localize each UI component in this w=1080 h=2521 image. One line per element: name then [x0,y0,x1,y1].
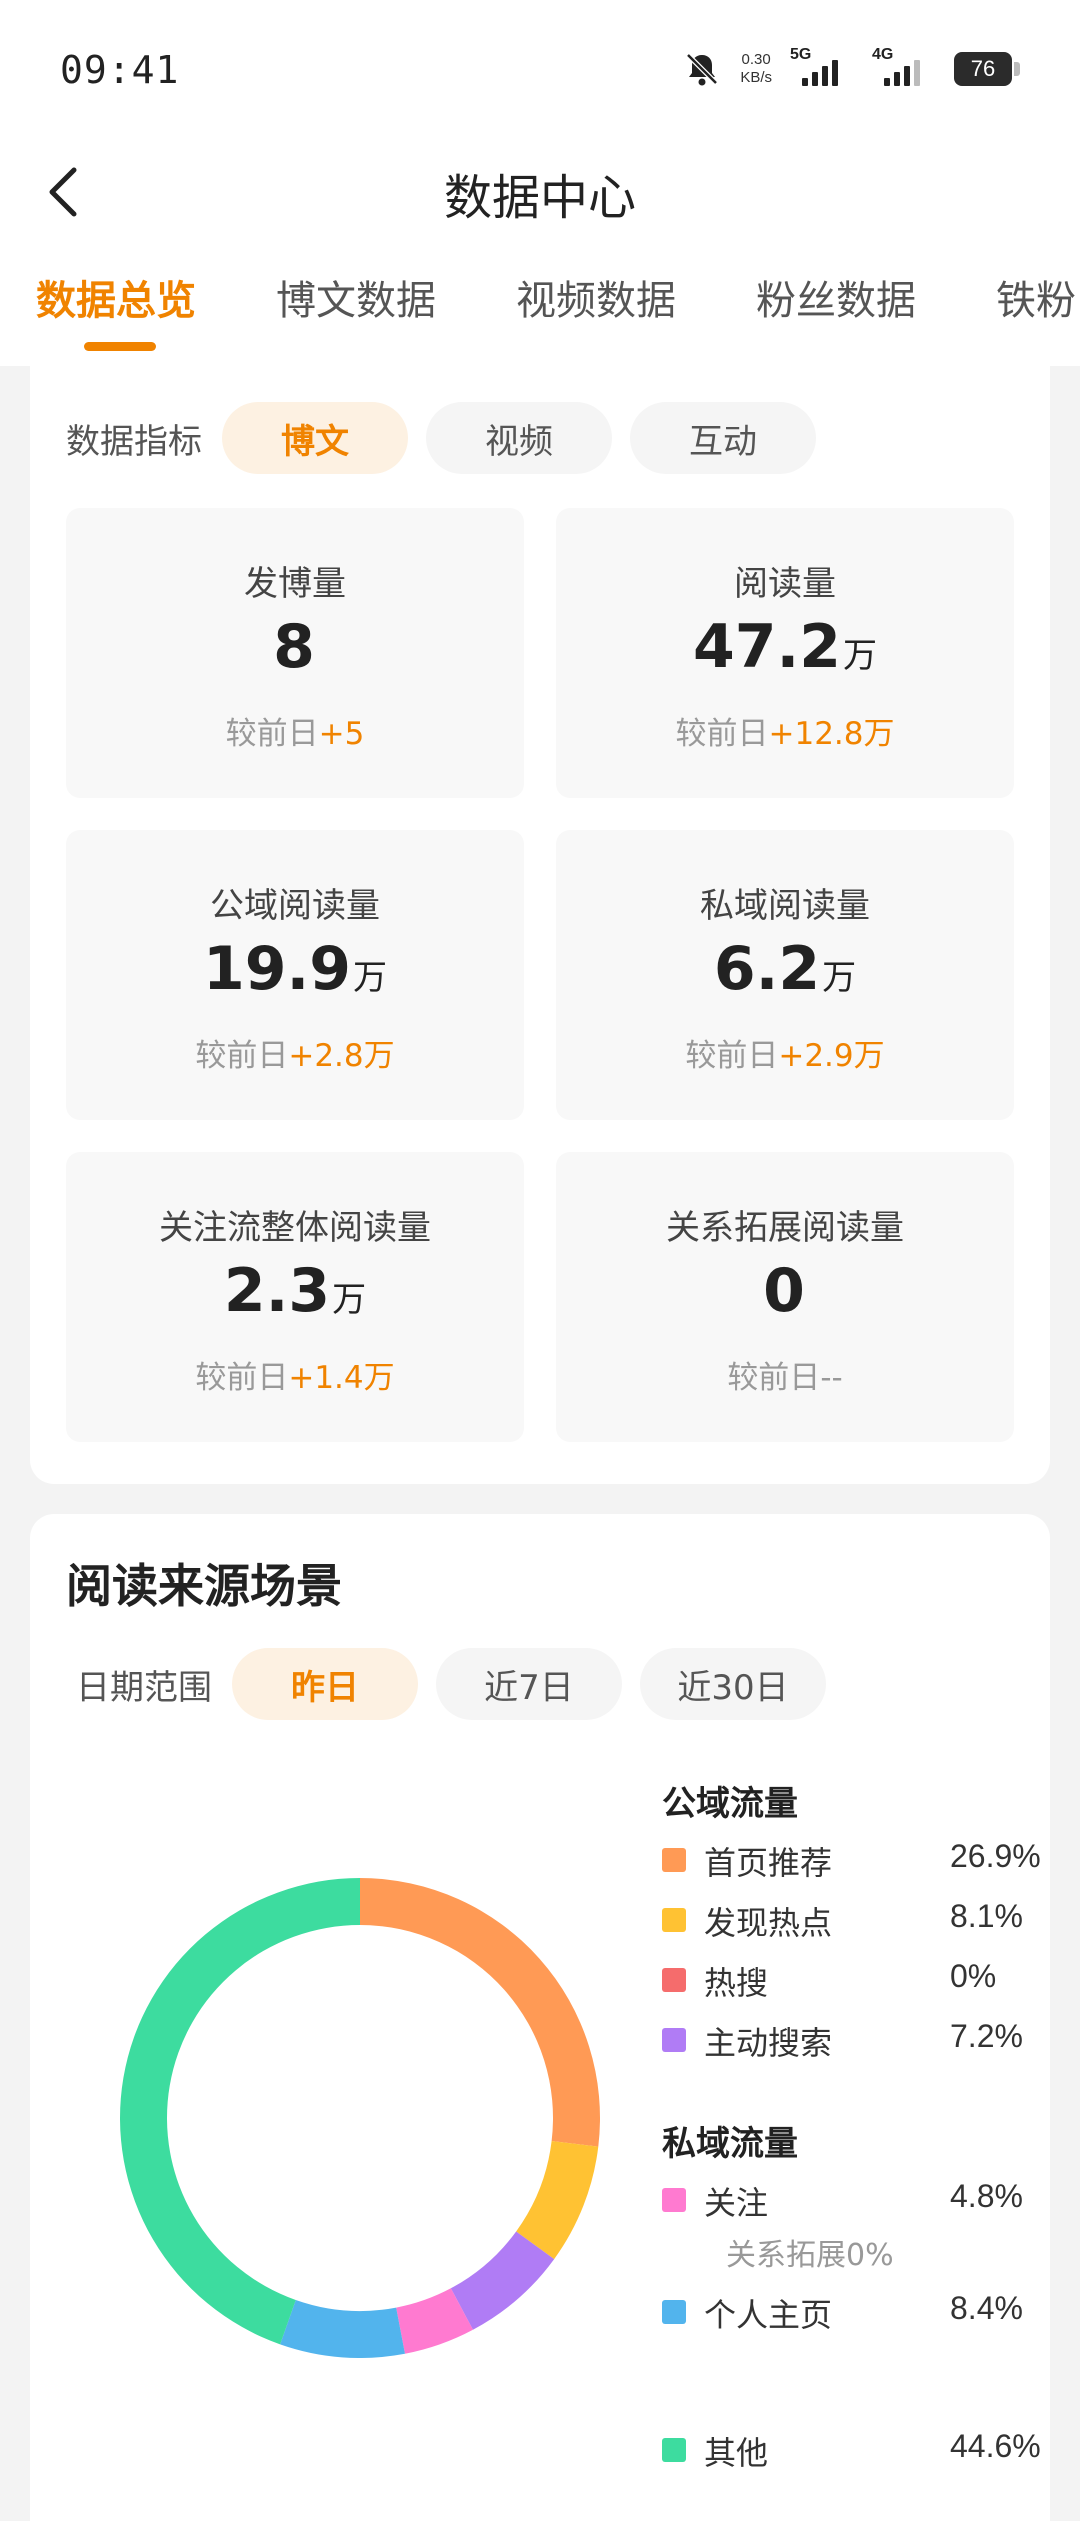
legend-percent: 8.1% [950,1898,1023,1934]
legend-heading-public: 公域流量 [662,1784,798,1824]
legend-percent: 26.9% [950,1838,1041,1874]
donut-slice-6 [120,1878,360,2345]
metric-card-reads[interactable]: 阅读量 47.2万 较前日+12.8万 [556,508,1014,798]
metric-change: 较前日+12.8万 [675,716,895,752]
date-chip-yesterday[interactable]: 昨日 [232,1648,418,1720]
legend-percent: 8.4% [950,2290,1023,2326]
filter-chip-video[interactable]: 视频 [426,402,612,474]
metric-card-public-reads[interactable]: 公域阅读量 19.9万 较前日+2.8万 [66,830,524,1120]
legend-swatch [662,2028,686,2052]
legend-swatch [662,2438,686,2462]
metric-card-private-reads[interactable]: 私域阅读量 6.2万 较前日+2.9万 [556,830,1014,1120]
legend-item: 个人主页 8.4% [660,2286,1040,2336]
header-area: 09:41 0.30 KB/s 5G 4G 76 数据中心 数据总览 博文数据 … [0,0,1080,366]
tab-fans-data[interactable]: 粉丝数据 [756,268,916,326]
tab-video-data[interactable]: 视频数据 [516,268,676,326]
date-range-row: 日期范围 昨日 近7日 近30日 [76,1648,844,1720]
legend-label: 热搜 [704,1964,769,2002]
metric-change: 较前日+2.8万 [195,1038,395,1074]
section-title: 阅读来源场景 [66,1559,342,1613]
signal-5g-icon: 5G [790,46,854,86]
metric-card-posts[interactable]: 发博量 8 较前日+5 [66,508,524,798]
metric-label: 阅读量 [734,564,836,604]
date-range-label: 日期范围 [76,1667,212,1708]
signal-4g-icon: 4G [872,46,936,86]
legend-label: 其他 [704,2434,769,2472]
metric-filter-row: 数据指标 博文 视频 互动 [66,402,834,474]
metric-card-follow-feed-reads[interactable]: 关注流整体阅读量 2.3万 较前日+1.4万 [66,1152,524,1442]
page-title: 数据中心 [443,170,636,226]
legend-item: 其他 44.6% [660,2424,1041,2474]
status-time: 09:41 [60,48,180,92]
filter-chip-interaction[interactable]: 互动 [630,402,816,474]
legend-percent: 0% [950,1958,997,1994]
legend-swatch [662,2300,686,2324]
legend-percent: 44.6% [950,2428,1041,2464]
metric-label: 私域阅读量 [700,886,870,926]
legend-item: 热搜 0% [660,1954,1040,2004]
legend-percent: 4.8% [950,2178,1023,2214]
metric-value: 6.2万 [713,934,857,1004]
metric-value: 0 [763,1256,805,1326]
legend-sub-note: 关系拓展0% [726,2238,894,2273]
date-chip-7days[interactable]: 近7日 [436,1648,622,1720]
legend-item: 发现热点 8.1% [660,1894,1040,1944]
metric-value: 8 [273,612,315,682]
network-speed: 0.30 KB/s [740,51,772,87]
metric-label: 公域阅读量 [210,886,380,926]
battery-icon: 76 [954,52,1020,86]
legend-swatch [662,2188,686,2212]
legend-swatch [662,1968,686,1992]
status-icons: 0.30 KB/s 5G 4G 76 [682,44,1020,94]
tab-post-data[interactable]: 博文数据 [276,268,436,326]
legend-label: 主动搜索 [704,2024,833,2062]
metric-change: 较前日+1.4万 [195,1360,395,1396]
metrics-card: 数据指标 博文 视频 互动 发博量 8 较前日+5 阅读量 47.2万 较前日+… [30,366,1050,1484]
active-tab-indicator [84,342,156,351]
metric-value: 2.3万 [223,1256,367,1326]
donut-slice-0 [360,1878,600,2147]
metric-filter-label: 数据指标 [66,421,202,462]
legend-label: 关注 [704,2184,769,2222]
filter-chip-posts[interactable]: 博文 [222,402,408,474]
legend-label: 发现热点 [704,1904,833,1942]
tab-bar: 数据总览 博文数据 视频数据 粉丝数据 铁粉 [0,268,1080,358]
battery-level: 76 [954,52,1012,86]
metric-value: 47.2万 [692,612,878,682]
legend-heading-private: 私域流量 [662,2124,798,2164]
mute-bell-icon [686,53,719,86]
status-bar: 09:41 0.30 KB/s 5G 4G 76 [0,0,1080,140]
metric-card-relation-reads[interactable]: 关系拓展阅读量 0 较前日-- [556,1152,1014,1442]
donut-slice-5 [280,2299,405,2358]
legend-item: 主动搜索 7.2% [660,2014,1040,2064]
metric-value: 19.9万 [202,934,388,1004]
metric-label: 关系拓展阅读量 [666,1208,904,1248]
legend-item: 首页推荐 26.9% [660,1834,1041,1884]
network-speed-value: 0.30 [741,51,771,68]
tab-iron-fans[interactable]: 铁粉 [996,268,1076,326]
legend-item: 关注 4.8% [660,2174,1040,2224]
tab-overview[interactable]: 数据总览 [36,268,196,326]
legend-label: 个人主页 [704,2296,833,2334]
metric-label: 关注流整体阅读量 [159,1208,431,1248]
signal-4g-label: 4G [872,46,894,63]
metric-change: 较前日-- [727,1360,843,1396]
legend-percent: 7.2% [950,2018,1023,2054]
legend-label: 首页推荐 [704,1844,833,1882]
signal-5g-label: 5G [790,46,812,63]
nav-bar: 数据中心 [0,140,1080,250]
metric-change: 较前日+5 [225,716,365,752]
metric-label: 发博量 [244,564,346,604]
legend-swatch [662,1908,686,1932]
read-source-donut-chart [120,1878,600,2358]
network-speed-unit: KB/s [740,69,772,86]
date-chip-30days[interactable]: 近30日 [640,1648,826,1720]
legend-swatch [662,1848,686,1872]
metric-change: 较前日+2.9万 [685,1038,885,1074]
read-source-card: 阅读来源场景 日期范围 昨日 近7日 近30日 公域流量 首页推荐 26.9% … [30,1514,1050,2521]
